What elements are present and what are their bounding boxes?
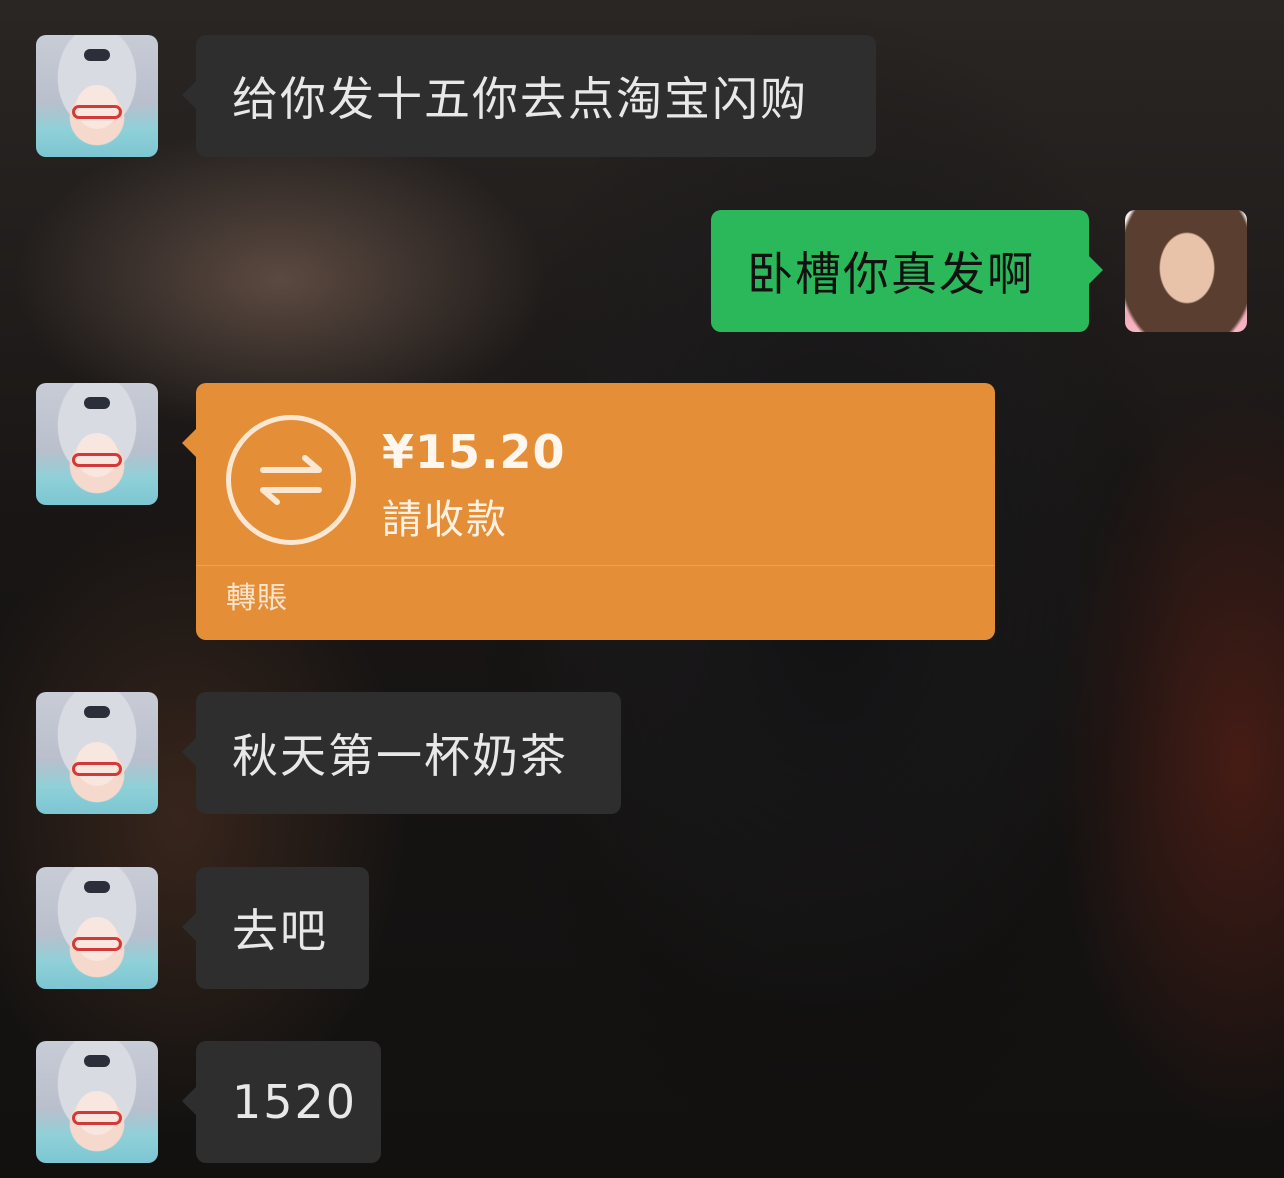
transfer-label: 轉賬 (226, 581, 288, 616)
avatar-bow (84, 881, 110, 893)
avatar-bow (84, 706, 110, 718)
message-text: 去吧 (232, 904, 328, 958)
avatar-glasses (72, 1111, 122, 1125)
my-avatar[interactable] (1125, 210, 1247, 332)
avatar-bow (84, 1055, 110, 1067)
message-bubble-incoming[interactable]: 去吧 (182, 867, 369, 989)
avatar-glasses (72, 937, 122, 951)
contact-avatar[interactable] (36, 692, 158, 814)
transfer-card[interactable]: ¥15.20 請收款 轉賬 (182, 383, 995, 640)
transfer-status: 請收款 (382, 497, 508, 543)
avatar-glasses (72, 762, 122, 776)
message-text: 给你发十五你去点淘宝闪购 (232, 72, 808, 126)
avatar-bow (84, 397, 110, 409)
transfer-divider (196, 565, 995, 566)
contact-avatar[interactable] (36, 867, 158, 989)
avatar-glasses (72, 453, 122, 467)
avatar-bow (84, 49, 110, 61)
message-text: 1520 (232, 1075, 358, 1129)
message-bubble-incoming[interactable]: 1520 (182, 1041, 381, 1163)
message-bubble-outgoing[interactable]: 卧槽你真发啊 (711, 210, 1103, 332)
contact-avatar[interactable] (36, 1041, 158, 1163)
avatar-glasses (72, 105, 122, 119)
transfer-amount: ¥15.20 (382, 425, 566, 479)
contact-avatar[interactable] (36, 383, 158, 505)
message-text: 卧槽你真发啊 (747, 247, 1035, 301)
message-bubble-incoming[interactable]: 给你发十五你去点淘宝闪购 (182, 35, 876, 157)
contact-avatar[interactable] (36, 35, 158, 157)
transfer-arrows-icon (226, 415, 356, 545)
message-bubble-incoming[interactable]: 秋天第一杯奶茶 (182, 692, 621, 814)
message-text: 秋天第一杯奶茶 (232, 729, 568, 783)
